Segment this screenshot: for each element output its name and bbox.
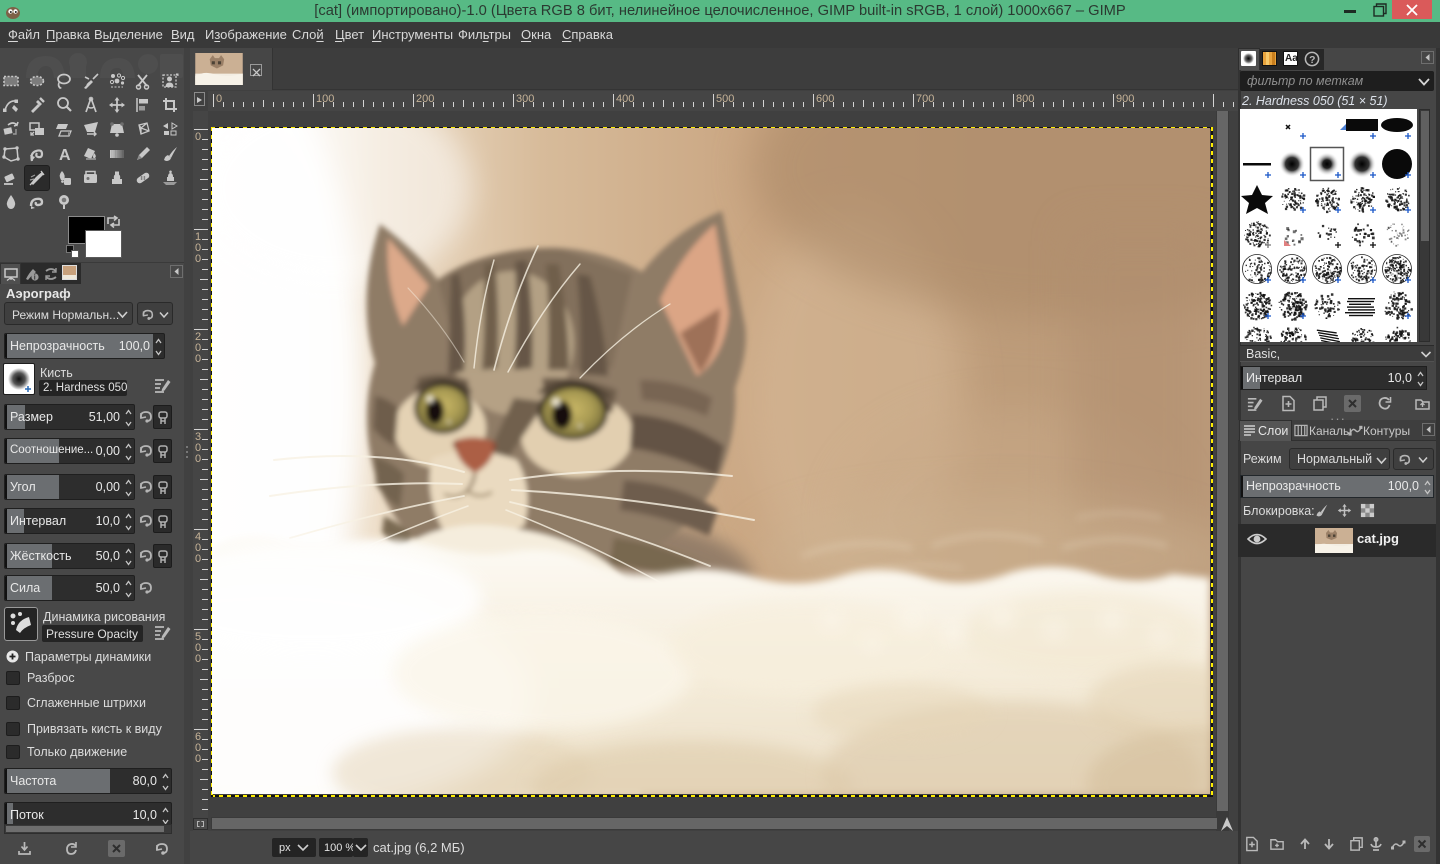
svg-text:?: ? [1309,55,1315,66]
svg-text:i: i [34,275,36,282]
svg-text:A: A [59,147,71,163]
